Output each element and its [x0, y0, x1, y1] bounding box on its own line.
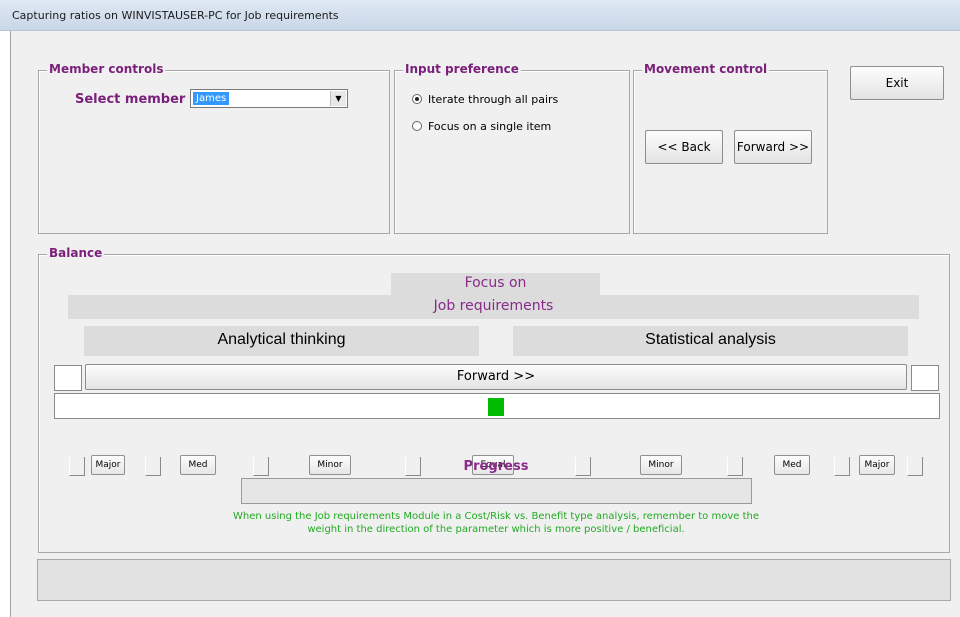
movement-control-group: Movement control << Back Forward >>: [633, 62, 828, 234]
forward-button[interactable]: Forward >>: [734, 130, 812, 164]
chevron-down-icon[interactable]: ▼: [330, 91, 346, 106]
hint-line-1: When using the Job requirements Module i…: [233, 511, 759, 522]
radio-selected-icon: [412, 94, 422, 104]
member-select[interactable]: James ▼: [190, 89, 348, 108]
scale-tick: [69, 457, 85, 476]
exit-button[interactable]: Exit: [850, 66, 944, 100]
window-title: Capturing ratios on WINVISTAUSER-PC for …: [12, 9, 339, 22]
member-controls-group: Member controls Select member James ▼: [38, 62, 390, 234]
left-value-box: [54, 365, 82, 391]
balance-label: Balance: [47, 246, 105, 260]
movement-control-label: Movement control: [642, 62, 770, 76]
right-value-box: [911, 365, 939, 391]
input-preference-group: Input preference Iterate through all pai…: [394, 62, 630, 234]
scale-major-right-button[interactable]: Major: [859, 455, 895, 475]
left-item-label: Analytical thinking: [217, 331, 346, 348]
balance-weight-marker[interactable]: [488, 398, 504, 416]
scale-tick: [907, 457, 923, 476]
radio-focus-single[interactable]: Focus on a single item: [412, 120, 551, 133]
right-item-label: Statistical analysis: [645, 331, 776, 348]
radio-iterate-label: Iterate through all pairs: [428, 93, 559, 106]
back-button[interactable]: << Back: [645, 130, 723, 164]
radio-unselected-icon: [412, 121, 422, 131]
member-select-value: James: [193, 92, 230, 105]
title-bar: Capturing ratios on WINVISTAUSER-PC for …: [0, 0, 960, 31]
scale-major-left-button[interactable]: Major: [91, 455, 125, 475]
scale-med-right-button[interactable]: Med: [774, 455, 810, 475]
radio-focus-label: Focus on a single item: [428, 120, 552, 133]
input-preference-label: Input preference: [403, 62, 521, 76]
select-member-label: Select member: [75, 92, 186, 107]
balance-slider-track[interactable]: [54, 393, 940, 419]
progress-label: Progress: [463, 459, 529, 474]
hint-line-2: weight in the direction of the parameter…: [307, 524, 685, 535]
scale-tick: [834, 457, 850, 476]
focus-item-text: Job requirements: [433, 298, 554, 314]
scale-tick: [145, 457, 161, 476]
scale-med-left-button[interactable]: Med: [180, 455, 216, 475]
progress-bar: [241, 478, 752, 504]
main-window: Member controls Select member James ▼ In…: [10, 31, 960, 617]
status-bar: [37, 559, 951, 601]
focus-on-text: Focus on: [464, 275, 527, 291]
member-controls-label: Member controls: [47, 62, 166, 76]
radio-iterate-pairs[interactable]: Iterate through all pairs: [412, 93, 558, 106]
forward-bar-button[interactable]: Forward >>: [85, 364, 907, 390]
